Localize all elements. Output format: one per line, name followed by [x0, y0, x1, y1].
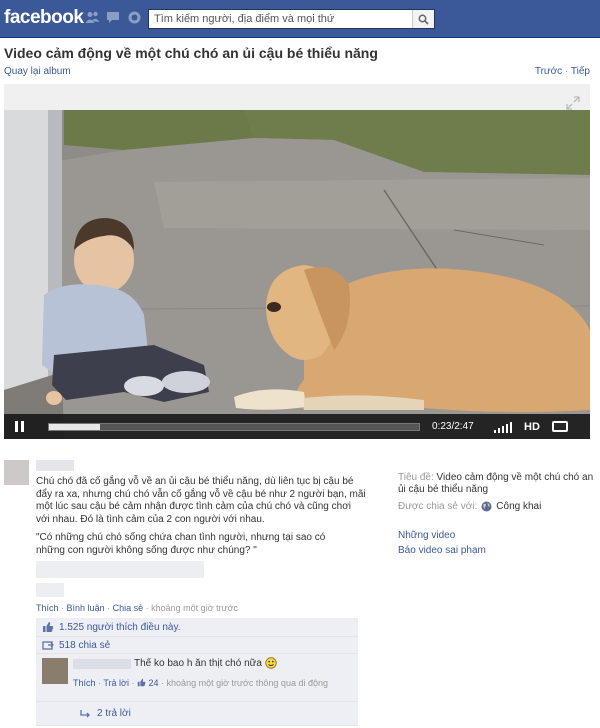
comment-text: Thế ko bao h ăn thịt chó nữa [134, 657, 262, 669]
shares-count[interactable]: 518 chia sẻ [59, 640, 110, 651]
title-label: Tiêu đề: [398, 472, 434, 483]
friend-requests-icon[interactable] [85, 10, 100, 25]
comment-like-icon [137, 678, 146, 687]
share-link[interactable]: Chia sẻ [113, 603, 144, 613]
time-display: 0:23/2:47 [432, 421, 474, 432]
comment-reply-link[interactable]: Trả lời [103, 678, 129, 688]
comment-timestamp: khoảng một giờ trước thông qua di động [166, 678, 328, 688]
video-thumbnail [4, 110, 590, 439]
page-title: Video cảm động về một chú chó an ủi cậu … [4, 45, 378, 61]
likes-row: 1.525 người thích điều này. [36, 618, 358, 637]
top-bar: facebook [0, 0, 600, 38]
commenter-name-redacted[interactable] [73, 659, 131, 669]
shared-with-label: Được chia sẻ với: [398, 501, 478, 512]
pager-separator: · [564, 66, 569, 77]
comment-item: Thế ko bao h ăn thịt chó nữa Thích · Trả… [36, 654, 358, 702]
post-actions: Thích · Bình luận · Chia sẻ · khoảng một… [36, 603, 239, 613]
pager: Trước · Tiếp [535, 66, 590, 77]
facebook-logo[interactable]: facebook [4, 7, 84, 29]
fullscreen-icon[interactable] [551, 421, 568, 432]
volume-icon[interactable] [494, 421, 512, 433]
comment-link[interactable]: Bình luận [67, 603, 105, 613]
notification-jewels [85, 10, 142, 25]
poster-avatar[interactable] [4, 460, 29, 485]
view-replies-link[interactable]: 2 trả lời [97, 708, 131, 719]
redacted-text-block [36, 561, 204, 578]
search-box [148, 9, 435, 29]
replies-row: 2 trả lời [36, 702, 358, 726]
likes-count[interactable]: 1.525 người thích điều này. [59, 622, 180, 633]
progress-played [49, 423, 101, 430]
comment-body: Thế ko bao h ăn thịt chó nữa [134, 657, 277, 669]
share-icon [42, 640, 54, 650]
shares-row: 518 chia sẻ [36, 637, 358, 654]
redacted-text-block-small [36, 583, 64, 597]
smiley-icon [265, 657, 277, 669]
video-title-info: Tiêu đề: Video cảm động về một chú chó a… [398, 472, 594, 496]
hd-toggle-button[interactable]: HD [524, 421, 540, 433]
expand-icon[interactable] [566, 96, 580, 110]
pause-button[interactable] [4, 414, 34, 439]
next-link[interactable]: Tiếp [571, 66, 590, 77]
search-button[interactable] [412, 10, 434, 28]
back-to-album-link[interactable]: Quay lại album [4, 66, 71, 77]
like-link[interactable]: Thích [36, 603, 59, 613]
comment-like-count[interactable]: 24 [149, 678, 159, 688]
report-video-link[interactable]: Báo video sai phạm [398, 543, 594, 558]
comment-like-link[interactable]: Thích [73, 678, 96, 688]
privacy-info: Được chia sẻ với: Công khai [398, 501, 594, 512]
notifications-icon[interactable] [127, 10, 142, 25]
player-controls: 0:23/2:47 HD [4, 414, 590, 439]
comment-meta: Thích · Trả lời · 24 · khoảng một giờ tr… [73, 678, 328, 688]
progress-scrubber[interactable] [48, 422, 420, 431]
pause-icon [14, 421, 18, 432]
search-input[interactable] [149, 10, 411, 28]
commenter-avatar[interactable] [42, 658, 68, 684]
privacy-value[interactable]: Công khai [496, 501, 541, 512]
previous-link[interactable]: Trước [535, 66, 562, 77]
videos-link[interactable]: Những video [398, 528, 594, 543]
post-timestamp[interactable]: khoảng một giờ trước [151, 603, 238, 613]
post-quote: "Có những chú chó sống chứa chan tình ng… [36, 532, 326, 556]
messages-icon[interactable] [106, 10, 121, 25]
thumbs-up-icon [43, 622, 54, 632]
video-frame[interactable] [4, 110, 590, 439]
video-info-sidebar: Tiêu đề: Video cảm động về một chú chó a… [398, 472, 594, 558]
feedback-box: 1.525 người thích điều này. 518 chia sẻ … [36, 618, 358, 726]
globe-icon [481, 501, 492, 512]
reply-icon [80, 709, 90, 717]
search-icon [418, 14, 429, 25]
post-description: Chú chó đã cố gắng vỗ về an ủi cậu bé th… [36, 476, 366, 525]
poster-name-redacted[interactable] [36, 460, 74, 471]
sidebar-links: Những video Báo video sai phạm [398, 528, 594, 558]
